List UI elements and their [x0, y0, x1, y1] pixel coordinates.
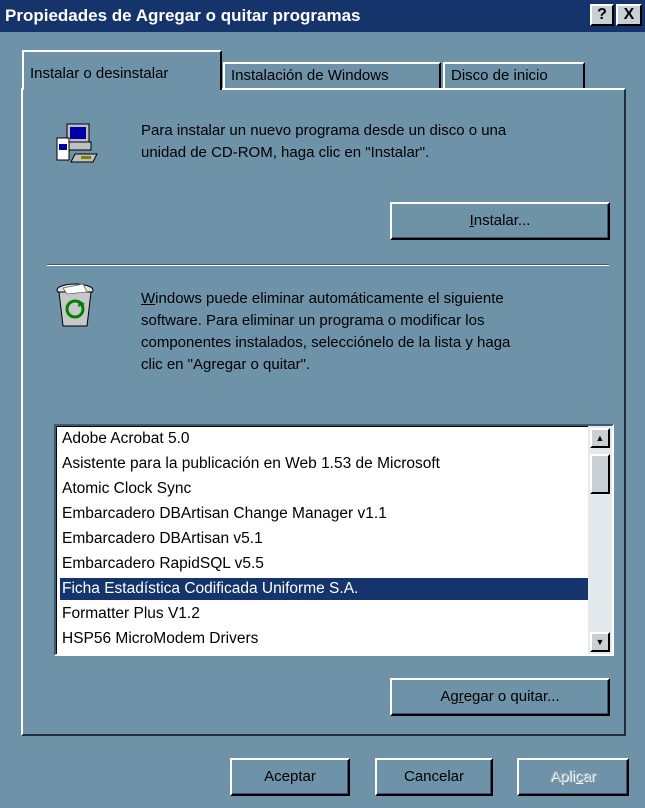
list-item[interactable]: HSP56 MicroModem Drivers — [60, 628, 588, 650]
title-bar[interactable]: Propiedades de Agregar o quitar programa… — [0, 0, 645, 32]
tab-windows-setup[interactable]: Instalación de Windows — [223, 62, 441, 90]
help-button[interactable]: ? — [590, 4, 614, 26]
computer-install-icon — [53, 120, 101, 168]
uninstall-description-line3: componentes instalados, selecciónelo de … — [141, 334, 511, 351]
list-item[interactable]: Adobe Acrobat 5.0 — [60, 428, 588, 450]
list-item[interactable]: Embarcadero DBArtisan Change Manager v1.… — [60, 503, 588, 525]
list-item[interactable]: Formatter Plus V1.2 — [60, 603, 588, 625]
install-button-label: nstalar... — [473, 212, 531, 229]
uninstall-description-line1: Windows puede eliminar automáticamente e… — [141, 290, 504, 307]
add-remove-button[interactable]: Agregar o quitar... — [390, 678, 610, 716]
list-item[interactable]: Asistente para la publicación en Web 1.5… — [60, 453, 588, 475]
list-item[interactable]: Embarcadero DBArtisan v5.1 — [60, 528, 588, 550]
separator — [47, 264, 609, 266]
list-item[interactable]: Embarcadero RapidSQL v5.5 — [60, 553, 588, 575]
tab-install-uninstall[interactable]: Instalar o desinstalar — [22, 50, 222, 90]
listbox-scrollbar[interactable]: ▲ ▼ — [588, 426, 612, 654]
list-item[interactable]: Atomic Clock Sync — [60, 478, 588, 500]
windows-accel: W — [141, 290, 156, 307]
uninstall-description-line4: clic en "Agregar o quitar". — [141, 356, 311, 373]
apply-button[interactable]: Aplicar — [517, 758, 629, 796]
ok-button[interactable]: Aceptar — [230, 758, 350, 796]
scroll-thumb[interactable] — [590, 454, 610, 494]
install-description-line2: unidad de CD-ROM, haga clic en "Instalar… — [141, 144, 430, 161]
scroll-up-arrow-icon[interactable]: ▲ — [590, 428, 610, 448]
cancel-button[interactable]: Cancelar — [375, 758, 493, 796]
properties-dialog: Propiedades de Agregar o quitar programa… — [0, 0, 645, 808]
install-description-line1: Para instalar un nuevo programa desde un… — [141, 122, 507, 139]
uninstall-description-line2: software. Para eliminar un programa o mo… — [141, 312, 485, 329]
recycle-bin-icon — [53, 282, 97, 330]
window-title: Propiedades de Agregar o quitar programa… — [5, 6, 361, 25]
list-item[interactable]: Ficha Estadística Codificada Uniforme S.… — [60, 578, 588, 600]
close-button[interactable]: X — [616, 4, 642, 26]
install-button[interactable]: Instalar... — [390, 202, 610, 240]
tab-startup-disk[interactable]: Disco de inicio — [443, 62, 585, 90]
programs-listbox[interactable]: Adobe Acrobat 5.0 Asistente para la publi… — [54, 424, 614, 656]
scroll-down-arrow-icon[interactable]: ▼ — [590, 632, 610, 652]
